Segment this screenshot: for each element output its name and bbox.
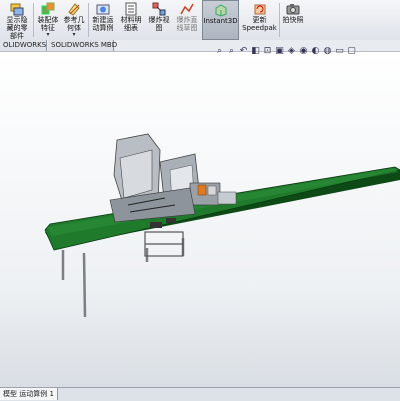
assembly-features-button[interactable]: 装配体 特征 ▾ [36,0,60,40]
dynamic-annotation-icon[interactable]: ⊡ [262,45,273,57]
bill-of-materials-label: 材料明 细表 [120,16,142,32]
conveyor-legs [61,238,185,318]
take-snapshot-label: 拍快照 [282,16,304,24]
update-speedpak-label: 更新 Speedpak [242,16,277,32]
monitor-icon[interactable]: ▢ [346,45,357,57]
tab-solidworks-addins[interactable]: OLIDWORKS 插件 [0,40,62,51]
explode-line-sketch-icon [180,2,194,16]
show-hidden-components-button[interactable]: 显示隐 藏的零 部件 [2,0,32,40]
show-hidden-components-icon [10,2,24,16]
tab-solidworks-mbd[interactable]: SOLIDWORKS MBD [48,40,117,51]
assembly-features-label: 装配体 特征 [37,16,59,32]
bill-of-materials-icon [124,2,138,16]
assembly-features-icon [41,2,55,16]
display-style-icon[interactable]: ◈ [286,45,297,57]
take-snapshot-button[interactable]: 拍快照 [281,0,305,40]
chevron-down-icon[interactable]: ▾ [72,32,75,38]
reference-geometry-button[interactable]: 参考几 何体 ▾ [62,0,86,40]
exploded-view-label: 爆炸视 图 [148,16,170,32]
command-manager-ribbon: 显示隐 藏的零 部件 装配体 特征 ▾ 参考几 何体 ▾ 新建运 动算例 材料明… [0,0,400,41]
hide-show-items-icon[interactable]: ◉ [298,45,309,57]
update-speedpak-button[interactable]: 更新 Speedpak [241,0,278,40]
view-settings-icon[interactable]: ▭ [334,45,345,57]
instant3d-icon [214,3,228,17]
exploded-view-icon [152,2,166,16]
previous-view-icon[interactable]: ↶ [238,45,249,57]
bill-of-materials-button[interactable]: 材料明 细表 [118,0,144,40]
chevron-down-icon[interactable]: ▾ [46,32,49,38]
new-motion-study-label: 新建运 动算例 [92,16,114,32]
update-speedpak-icon [253,2,267,16]
take-snapshot-icon [286,2,300,16]
ribbon-separator [279,3,280,37]
assembly-model [44,133,400,318]
status-bar: 模型 运动算例 1 [0,387,400,401]
zoom-to-fit-icon[interactable]: ⌕ [214,45,225,57]
explode-line-sketch-button[interactable]: 爆炸直 线草图 [174,0,200,40]
apply-scene-icon[interactable]: ◍ [322,45,333,57]
reference-geometry-label: 参考几 何体 [63,16,85,32]
new-motion-study-button[interactable]: 新建运 动算例 [90,0,116,40]
graphics-viewport[interactable] [0,52,400,387]
section-view-icon[interactable]: ◧ [250,45,261,57]
new-motion-study-icon [96,2,110,16]
explode-line-sketch-label: 爆炸直 线草图 [176,16,198,32]
tab-model-motion-study[interactable]: 模型 运动算例 1 [0,388,58,400]
ribbon-separator [33,3,34,37]
zoom-to-area-icon[interactable]: ⌕ [226,45,237,57]
reference-geometry-icon [67,2,81,16]
instant3d-label: Instant3D [203,17,238,25]
instant3d-button[interactable]: Instant3D [202,0,239,40]
ribbon-separator [88,3,89,37]
machine-frame [144,231,184,257]
heads-up-view-toolbar: ⌕ ⌕ ↶ ◧ ⊡ ▣ ◈ ◉ ◐ ◍ ▭ ▢ [214,44,358,58]
edit-appearance-icon[interactable]: ◐ [310,45,321,57]
show-hidden-components-label: 显示隐 藏的零 部件 [6,16,28,40]
exploded-view-button[interactable]: 爆炸视 图 [146,0,172,40]
view-orientation-icon[interactable]: ▣ [274,45,285,57]
